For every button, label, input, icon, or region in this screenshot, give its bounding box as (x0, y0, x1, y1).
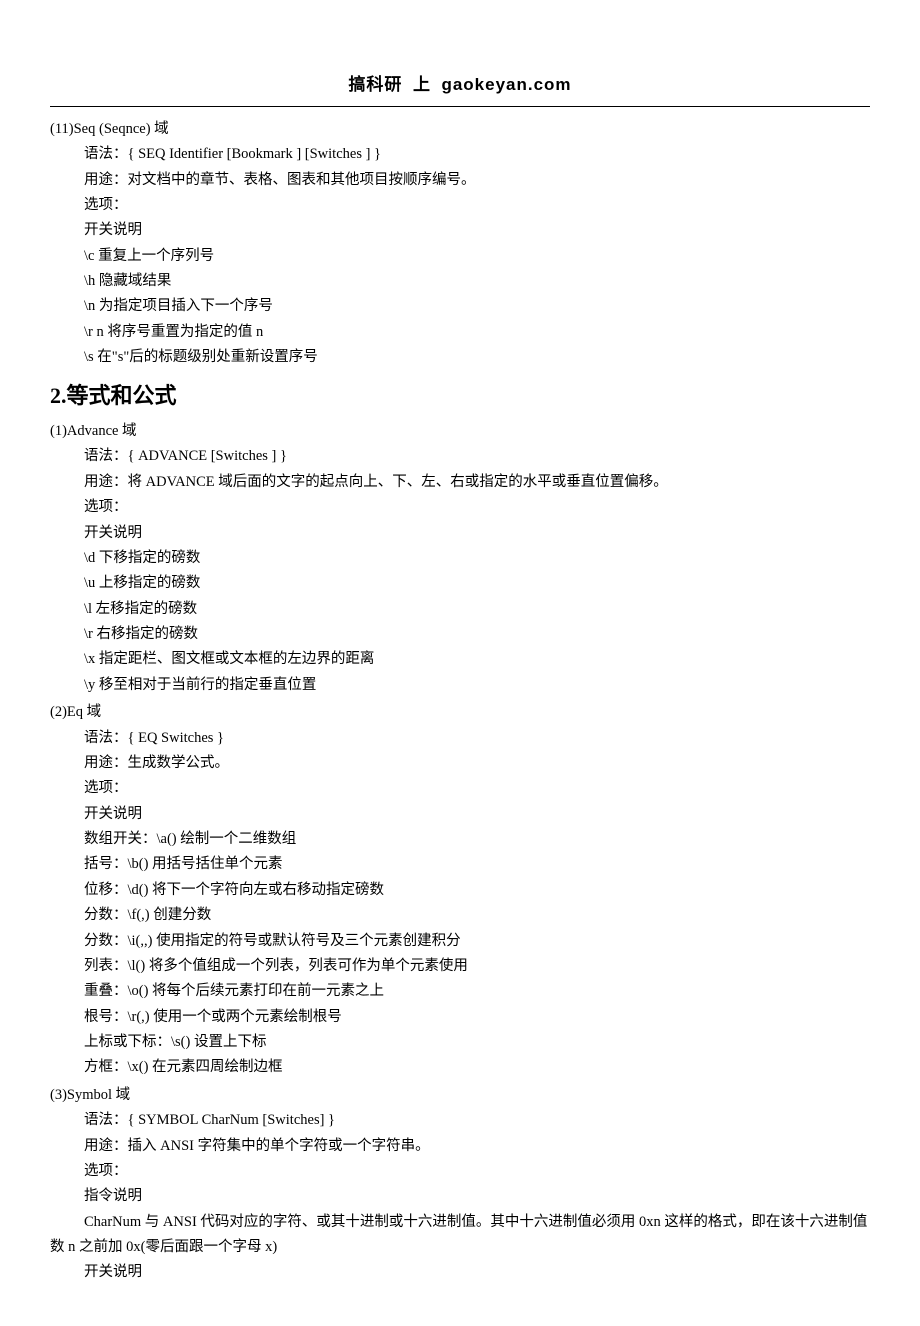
body-line: 选项： (84, 776, 870, 801)
item-body: 语法：{ SEQ Identifier [Bookmark ] [Switche… (50, 142, 870, 370)
section-1-advance: (1)Advance 域 语法：{ ADVANCE [Switches ] } … (50, 419, 870, 698)
body-line: 分数：\i(,,) 使用指定的符号或默认符号及三个元素创建积分 (84, 929, 870, 954)
body-line: 括号：\b() 用括号括住单个元素 (84, 852, 870, 877)
body-line: 数组开关：\a() 绘制一个二维数组 (84, 827, 870, 852)
body-line: 分数：\f(,) 创建分数 (84, 903, 870, 928)
heading-2: 2.等式和公式 (50, 377, 870, 416)
header-text-2: 上 (413, 75, 431, 94)
body-line: \r 右移指定的磅数 (84, 622, 870, 647)
item-title: (3)Symbol 域 (50, 1083, 870, 1108)
body-line: 语法：{ ADVANCE [Switches ] } (84, 444, 870, 469)
item-body: 语法：{ EQ Switches } 用途：生成数学公式。 选项： 开关说明 数… (50, 726, 870, 1081)
body-line: 用途：生成数学公式。 (84, 751, 870, 776)
body-line: 开关说明 (84, 802, 870, 827)
item-title: (1)Advance 域 (50, 419, 870, 444)
body-line: \l 左移指定的磅数 (84, 597, 870, 622)
body-line: \r n 将序号重置为指定的值 n (84, 320, 870, 345)
body-line: 开关说明 (84, 521, 870, 546)
body-line: \n 为指定项目插入下一个序号 (84, 294, 870, 319)
body-line: 用途：插入 ANSI 字符集中的单个字符或一个字符串。 (84, 1134, 870, 1159)
section-3-symbol: (3)Symbol 域 语法：{ SYMBOL CharNum [Switche… (50, 1083, 870, 1286)
header-site: gaokeyan.com (441, 75, 571, 94)
body-line: 重叠：\o() 将每个后续元素打印在前一元素之上 (84, 979, 870, 1004)
body-line: 上标或下标：\s() 设置上下标 (84, 1030, 870, 1055)
body-line: 开关说明 (84, 1260, 870, 1285)
body-line: \y 移至相对于当前行的指定垂直位置 (84, 673, 870, 698)
body-line: 选项： (84, 495, 870, 520)
body-line: \c 重复上一个序列号 (84, 244, 870, 269)
body-line: 指令说明 (84, 1184, 870, 1209)
wrap-line: CharNum 与 ANSI 代码对应的字符、或其十进制或十六进制值。其中十六进… (50, 1210, 870, 1261)
body-line: 列表：\l() 将多个值组成一个列表，列表可作为单个元素使用 (84, 954, 870, 979)
item-title: (11)Seq (Seqnce) 域 (50, 117, 870, 142)
body-line: 根号：\r(,) 使用一个或两个元素绘制根号 (84, 1005, 870, 1030)
body-line: 开关说明 (84, 218, 870, 243)
page-header: 搞科研 上 gaokeyan.com (50, 70, 870, 107)
item-body: 语法：{ ADVANCE [Switches ] } 用途：将 ADVANCE … (50, 444, 870, 698)
body-line: \d 下移指定的磅数 (84, 546, 870, 571)
body-line: 语法：{ EQ Switches } (84, 726, 870, 751)
body-line: 语法：{ SYMBOL CharNum [Switches] } (84, 1108, 870, 1133)
body-line: 用途：将 ADVANCE 域后面的文字的起点向上、下、左、右或指定的水平或垂直位… (84, 470, 870, 495)
section-11-seq: (11)Seq (Seqnce) 域 语法：{ SEQ Identifier [… (50, 117, 870, 371)
body-line: \h 隐藏域结果 (84, 269, 870, 294)
body-line: 选项： (84, 193, 870, 218)
body-line: 位移：\d() 将下一个字符向左或右移动指定磅数 (84, 878, 870, 903)
body-line: 方框：\x() 在元素四周绘制边框 (84, 1055, 870, 1080)
body-line: 用途：对文档中的章节、表格、图表和其他项目按顺序编号。 (84, 168, 870, 193)
body-line: \u 上移指定的磅数 (84, 571, 870, 596)
body-line: \x 指定距栏、图文框或文本框的左边界的距离 (84, 647, 870, 672)
item-title: (2)Eq 域 (50, 700, 870, 725)
header-text-1: 搞科研 (348, 75, 402, 94)
body-line: \s 在"s"后的标题级别处重新设置序号 (84, 345, 870, 370)
body-line: 语法：{ SEQ Identifier [Bookmark ] [Switche… (84, 142, 870, 167)
body-line: 选项： (84, 1159, 870, 1184)
item-tail: 开关说明 (50, 1260, 870, 1285)
item-body: 语法：{ SYMBOL CharNum [Switches] } 用途：插入 A… (50, 1108, 870, 1210)
section-2-eq: (2)Eq 域 语法：{ EQ Switches } 用途：生成数学公式。 选项… (50, 700, 870, 1081)
